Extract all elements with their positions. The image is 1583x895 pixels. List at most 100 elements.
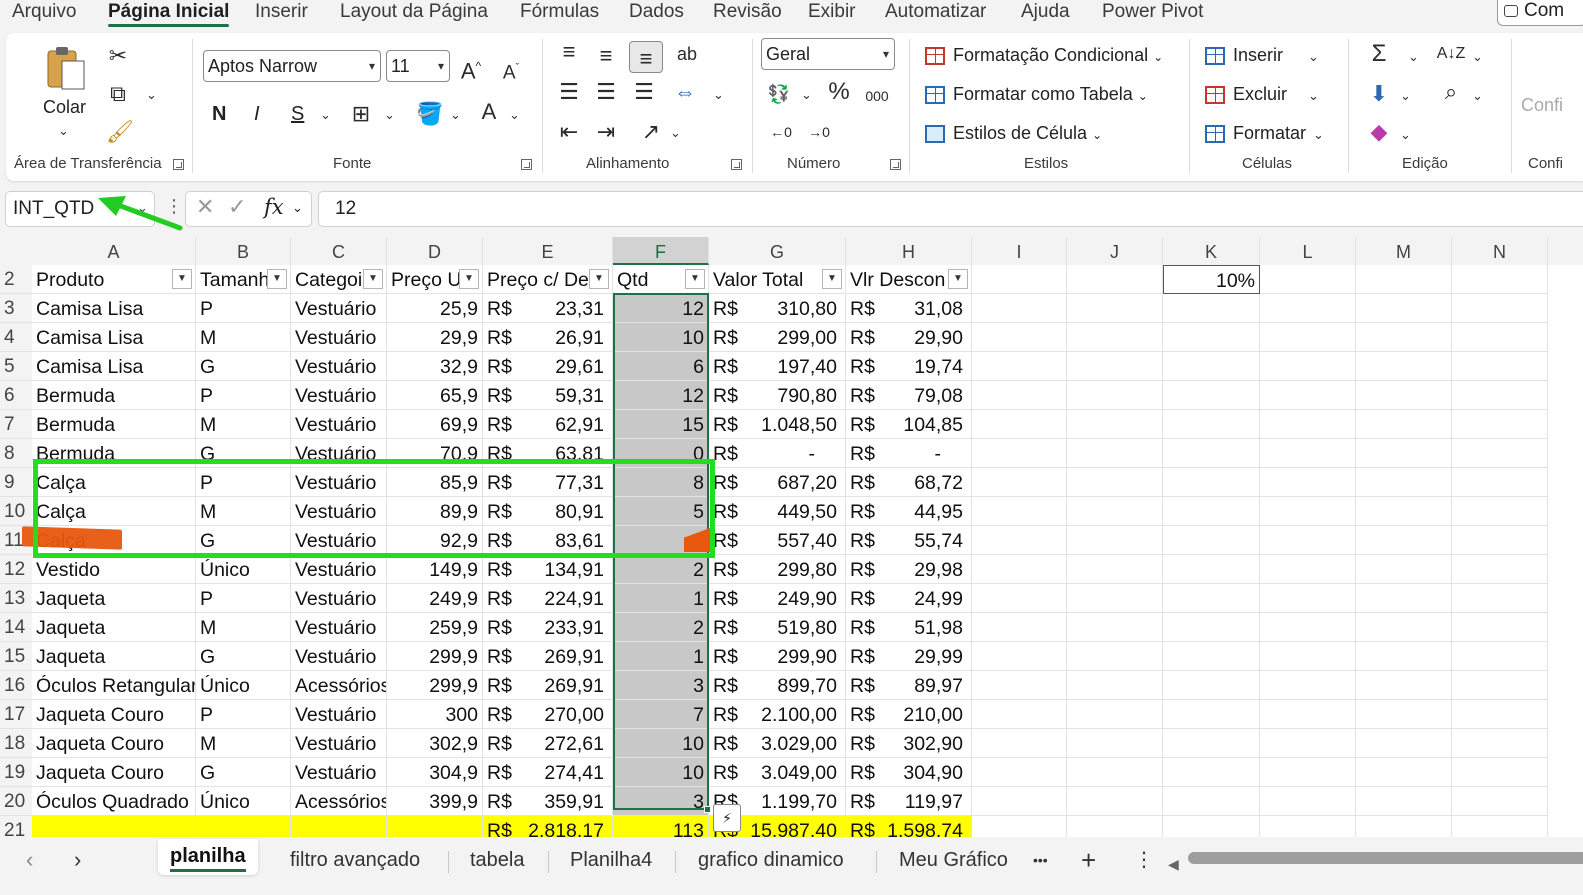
- cell[interactable]: [1356, 787, 1452, 816]
- cell-vlr-desconto[interactable]: R$ 79,08: [846, 381, 972, 410]
- chevron-down-icon[interactable]: ⌄: [58, 123, 69, 139]
- total-qtd[interactable]: 113: [613, 816, 709, 837]
- cell[interactable]: [1260, 584, 1356, 613]
- total-preco-desconto[interactable]: R$ 2.818,17: [483, 816, 613, 837]
- paste-icon[interactable]: [44, 45, 88, 93]
- cell[interactable]: [972, 497, 1067, 526]
- cell[interactable]: [1452, 323, 1548, 352]
- cell-valor-total[interactable]: R$ 3.049,00: [709, 758, 846, 787]
- cell[interactable]: [1356, 700, 1452, 729]
- merge-center-icon[interactable]: ⇔: [672, 81, 698, 103]
- cell[interactable]: [1356, 497, 1452, 526]
- cell-preco[interactable]: 259,9: [387, 613, 483, 642]
- cell[interactable]: [1356, 294, 1452, 323]
- cell[interactable]: [1163, 526, 1260, 555]
- cell-categoria[interactable]: Vestuário: [291, 526, 387, 555]
- cell[interactable]: [1452, 584, 1548, 613]
- cell[interactable]: [1452, 613, 1548, 642]
- cell[interactable]: [1356, 265, 1452, 294]
- filter-dropdown-icon[interactable]: ▼: [948, 269, 968, 289]
- chevron-down-icon[interactable]: ⌄: [450, 107, 461, 123]
- row-header-12[interactable]: 12: [0, 555, 32, 584]
- sheet-tab-planilha[interactable]: planilha: [158, 839, 258, 875]
- cell-valor-total[interactable]: R$ 1.048,50: [709, 410, 846, 439]
- cell[interactable]: [1452, 555, 1548, 584]
- cell-preco-desconto[interactable]: R$ 269,91: [483, 671, 613, 700]
- column-header-e[interactable]: E: [483, 237, 613, 265]
- cell[interactable]: [1260, 381, 1356, 410]
- number-launcher-icon[interactable]: [890, 159, 901, 170]
- cell[interactable]: [972, 381, 1067, 410]
- row-header-17[interactable]: 17: [0, 700, 32, 729]
- cell-categoria[interactable]: Vestuário: [291, 729, 387, 758]
- paste-label[interactable]: Colar: [43, 97, 86, 118]
- insert-cells-button[interactable]: Inserir: [1205, 45, 1283, 66]
- cell-qtd[interactable]: 0: [613, 439, 709, 468]
- cell[interactable]: [1452, 816, 1548, 837]
- cell-tamanho[interactable]: M: [196, 729, 291, 758]
- cell[interactable]: [1260, 613, 1356, 642]
- row-header-14[interactable]: 14: [0, 613, 32, 642]
- column-header-n[interactable]: N: [1452, 237, 1548, 265]
- increase-decimal-icon[interactable]: ←0: [768, 121, 794, 143]
- more-sheets-button[interactable]: •••: [1033, 847, 1048, 873]
- total-cell[interactable]: [387, 816, 483, 837]
- cell-vlr-desconto[interactable]: R$ -: [846, 439, 972, 468]
- font-name-select[interactable]: Aptos Narrow ▾: [203, 50, 381, 82]
- borders-icon[interactable]: ⊞: [348, 103, 374, 125]
- sheet-options-icon[interactable]: ⋮: [1134, 847, 1154, 873]
- cell[interactable]: [1356, 555, 1452, 584]
- filter-dropdown-icon[interactable]: ▼: [459, 269, 479, 289]
- cell[interactable]: [1260, 671, 1356, 700]
- cell-valor-total[interactable]: R$ 3.029,00: [709, 729, 846, 758]
- cell[interactable]: [1260, 787, 1356, 816]
- cell-preco[interactable]: 302,9: [387, 729, 483, 758]
- cell[interactable]: [1452, 671, 1548, 700]
- chevron-down-icon[interactable]: ⌄: [1308, 88, 1319, 104]
- cell-preco[interactable]: 299,9: [387, 642, 483, 671]
- cell-qtd[interactable]: 2: [613, 555, 709, 584]
- cell[interactable]: [972, 294, 1067, 323]
- column-header-j[interactable]: J: [1067, 237, 1163, 265]
- cell[interactable]: [1260, 526, 1356, 555]
- chevron-down-icon[interactable]: ⌄: [384, 107, 395, 123]
- cell[interactable]: [1356, 729, 1452, 758]
- chevron-down-icon[interactable]: ⌄: [1408, 49, 1419, 65]
- cell[interactable]: [1067, 816, 1163, 837]
- chevron-down-icon[interactable]: ⌄: [1400, 88, 1411, 104]
- cell-preco[interactable]: 65,9: [387, 381, 483, 410]
- cell-categoria[interactable]: Vestuário: [291, 468, 387, 497]
- sheet-tab-tabela[interactable]: tabela: [470, 847, 525, 873]
- cell-vlr-desconto[interactable]: R$ 302,90: [846, 729, 972, 758]
- alignment-launcher-icon[interactable]: [731, 159, 742, 170]
- italic-button[interactable]: I: [254, 103, 260, 126]
- cell-preco-desconto[interactable]: R$ 63,81: [483, 439, 613, 468]
- cell-tamanho[interactable]: G: [196, 352, 291, 381]
- cell[interactable]: [1260, 468, 1356, 497]
- cell-valor-total[interactable]: R$ 197,40: [709, 352, 846, 381]
- quick-analysis-icon[interactable]: ⚡: [713, 804, 741, 832]
- cell-categoria[interactable]: Vestuário: [291, 584, 387, 613]
- menu-tab-arquivo[interactable]: Arquivo: [12, 0, 76, 28]
- cell[interactable]: [1452, 265, 1548, 294]
- filter-dropdown-icon[interactable]: ▼: [685, 269, 705, 289]
- cell[interactable]: [972, 439, 1067, 468]
- cell-produto[interactable]: Bermuda: [32, 381, 196, 410]
- cell-preco[interactable]: 399,9: [387, 787, 483, 816]
- sheet-tab-grafico-dinamico[interactable]: grafico dinamico: [698, 847, 844, 873]
- cell[interactable]: [1452, 758, 1548, 787]
- row-header-8[interactable]: 8: [0, 439, 32, 468]
- cell[interactable]: [1067, 323, 1163, 352]
- clipboard-launcher-icon[interactable]: [173, 159, 184, 170]
- discount-rate-cell[interactable]: 10%: [1163, 265, 1260, 294]
- cell-produto[interactable]: Camisa Lisa: [32, 352, 196, 381]
- row-header-6[interactable]: 6: [0, 381, 32, 410]
- cell[interactable]: [972, 700, 1067, 729]
- cell-vlr-desconto[interactable]: R$ 44,95: [846, 497, 972, 526]
- cell[interactable]: [1260, 555, 1356, 584]
- column-header-a[interactable]: A: [32, 237, 196, 265]
- total-cell[interactable]: [196, 816, 291, 837]
- align-top-icon[interactable]: ≡: [557, 41, 581, 63]
- scroll-left-icon[interactable]: ◀: [1168, 851, 1179, 877]
- cell-preco-desconto[interactable]: R$ 26,91: [483, 323, 613, 352]
